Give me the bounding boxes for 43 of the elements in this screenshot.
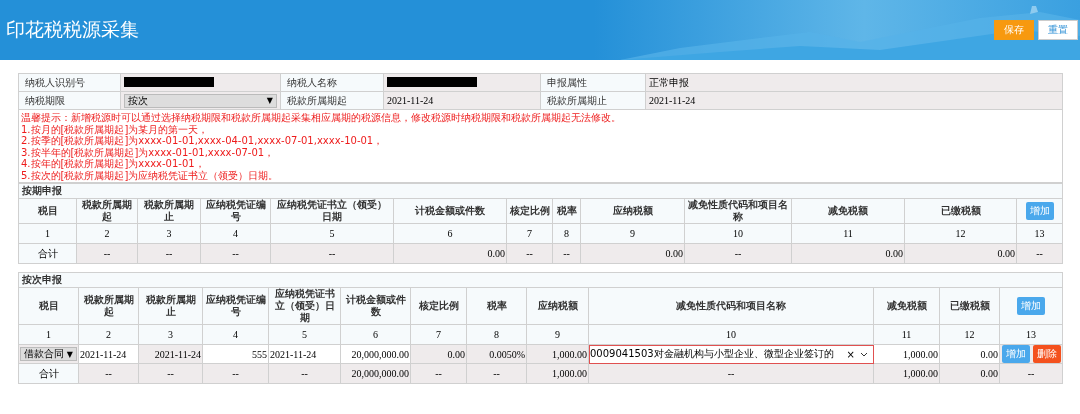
column-header: 税款所属期起 [78,287,139,325]
field-label: 纳税人名称 [280,73,384,92]
field-label: 纳税人识别号 [18,73,121,92]
column-header: 应纳税凭证编号 [202,287,269,325]
section-title: 按次申报 [18,272,1063,288]
column-header: 应纳税凭证书立（领受）日期 [268,287,341,325]
column-header: 计税金额或件数 [340,287,411,325]
notice-text: 1.按月的[税款所属期起]为某月的第一天， [21,123,210,135]
column-header: 计税金额或件数 [393,198,507,224]
column-header: 应纳税凭证书立（领受）日期 [270,198,394,224]
term-select[interactable]: 按次 ▼ [124,93,277,108]
column-header: 税率 [466,287,527,325]
notice-text: 3.按半年的[税款所属期起]为xxxx-01-01,xxxx-07-01， [21,146,276,159]
column-header: 减免性质代码和项目名称 [684,198,792,224]
column-header: 应纳税额 [580,198,685,224]
notice-text: 5.按次的[税款所属期起]为应纳税凭证书立（领受）日期。 [21,169,280,182]
column-header: 减免性质代码和项目名称 [588,287,874,325]
caret-icon: ▼ [264,96,273,105]
column-header: 已缴税额 [939,287,1000,325]
notice-text: 2.按季的[税款所属期起]为xxxx-01-01,xxxx-04-01,xxxx-07-01,xxxx-10-01， [21,135,385,147]
column-header: 税目 [18,287,79,325]
column-header: 减免税额 [791,198,905,224]
clear-icon[interactable]: × [846,348,855,360]
category-select[interactable]: 借款合同 ▼ [20,347,77,361]
column-header: 核定比例 [410,287,467,325]
chevron-icon [860,351,868,357]
column-header: 减免税额 [873,287,940,325]
total-label: 合计 [18,243,77,264]
column-number: 1 [18,223,77,244]
notice-text: 温馨提示：新增税源时可以通过选择纳税期限和税款所属期起采集相应属期的税源信息，修改税源时纳税期限和税款所属期起无法修改。 [21,112,622,124]
page-title: 印花税税源采集 [6,17,139,42]
column-header: 已缴税额 [904,198,1017,224]
column-header: 应纳税额 [526,287,589,325]
field-label: 申报属性 [540,73,646,92]
section-title: 按期申报 [18,183,1063,199]
column-number: 1 [18,324,79,345]
column-header: 税款所属期止 [138,287,203,325]
caret-icon: ▼ [64,349,73,359]
reset-button[interactable]: 重置 [1038,20,1078,40]
total-label: 合计 [18,363,79,384]
notice-text: 4.按年的[税款所属期起]为xxxx-01-01， [21,158,206,170]
column-header: 税目 [18,198,77,224]
value-cell: 正常申报 [645,73,1063,92]
